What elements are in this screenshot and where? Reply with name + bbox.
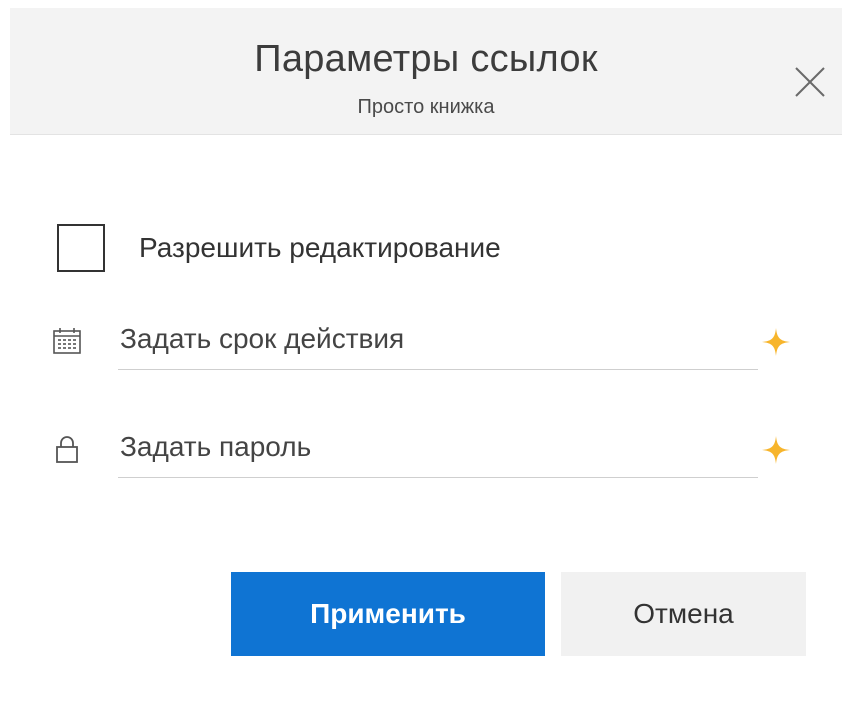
cancel-button[interactable]: Отмена	[561, 572, 806, 656]
apply-button[interactable]: Применить	[231, 572, 545, 656]
close-icon	[795, 67, 825, 97]
allow-editing-row[interactable]: Разрешить редактирование	[57, 222, 501, 274]
allow-editing-label[interactable]: Разрешить редактирование	[139, 232, 501, 264]
dialog-title: Параметры ссылок	[254, 38, 598, 80]
password-row	[52, 420, 812, 480]
lock-icon	[56, 436, 78, 463]
expiry-date-input[interactable]	[118, 314, 758, 370]
expiry-row	[52, 312, 812, 372]
link-settings-dialog: Параметры ссылок Просто книжка Разрешить…	[0, 0, 842, 704]
allow-editing-checkbox[interactable]	[57, 224, 105, 272]
close-button[interactable]	[788, 60, 832, 104]
premium-sparkle-icon	[762, 436, 790, 464]
password-input[interactable]	[118, 422, 758, 478]
premium-sparkle-icon	[762, 328, 790, 356]
dialog-header: Параметры ссылок Просто книжка	[10, 8, 842, 135]
calendar-icon	[53, 328, 81, 354]
dialog-subtitle: Просто книжка	[357, 96, 495, 118]
